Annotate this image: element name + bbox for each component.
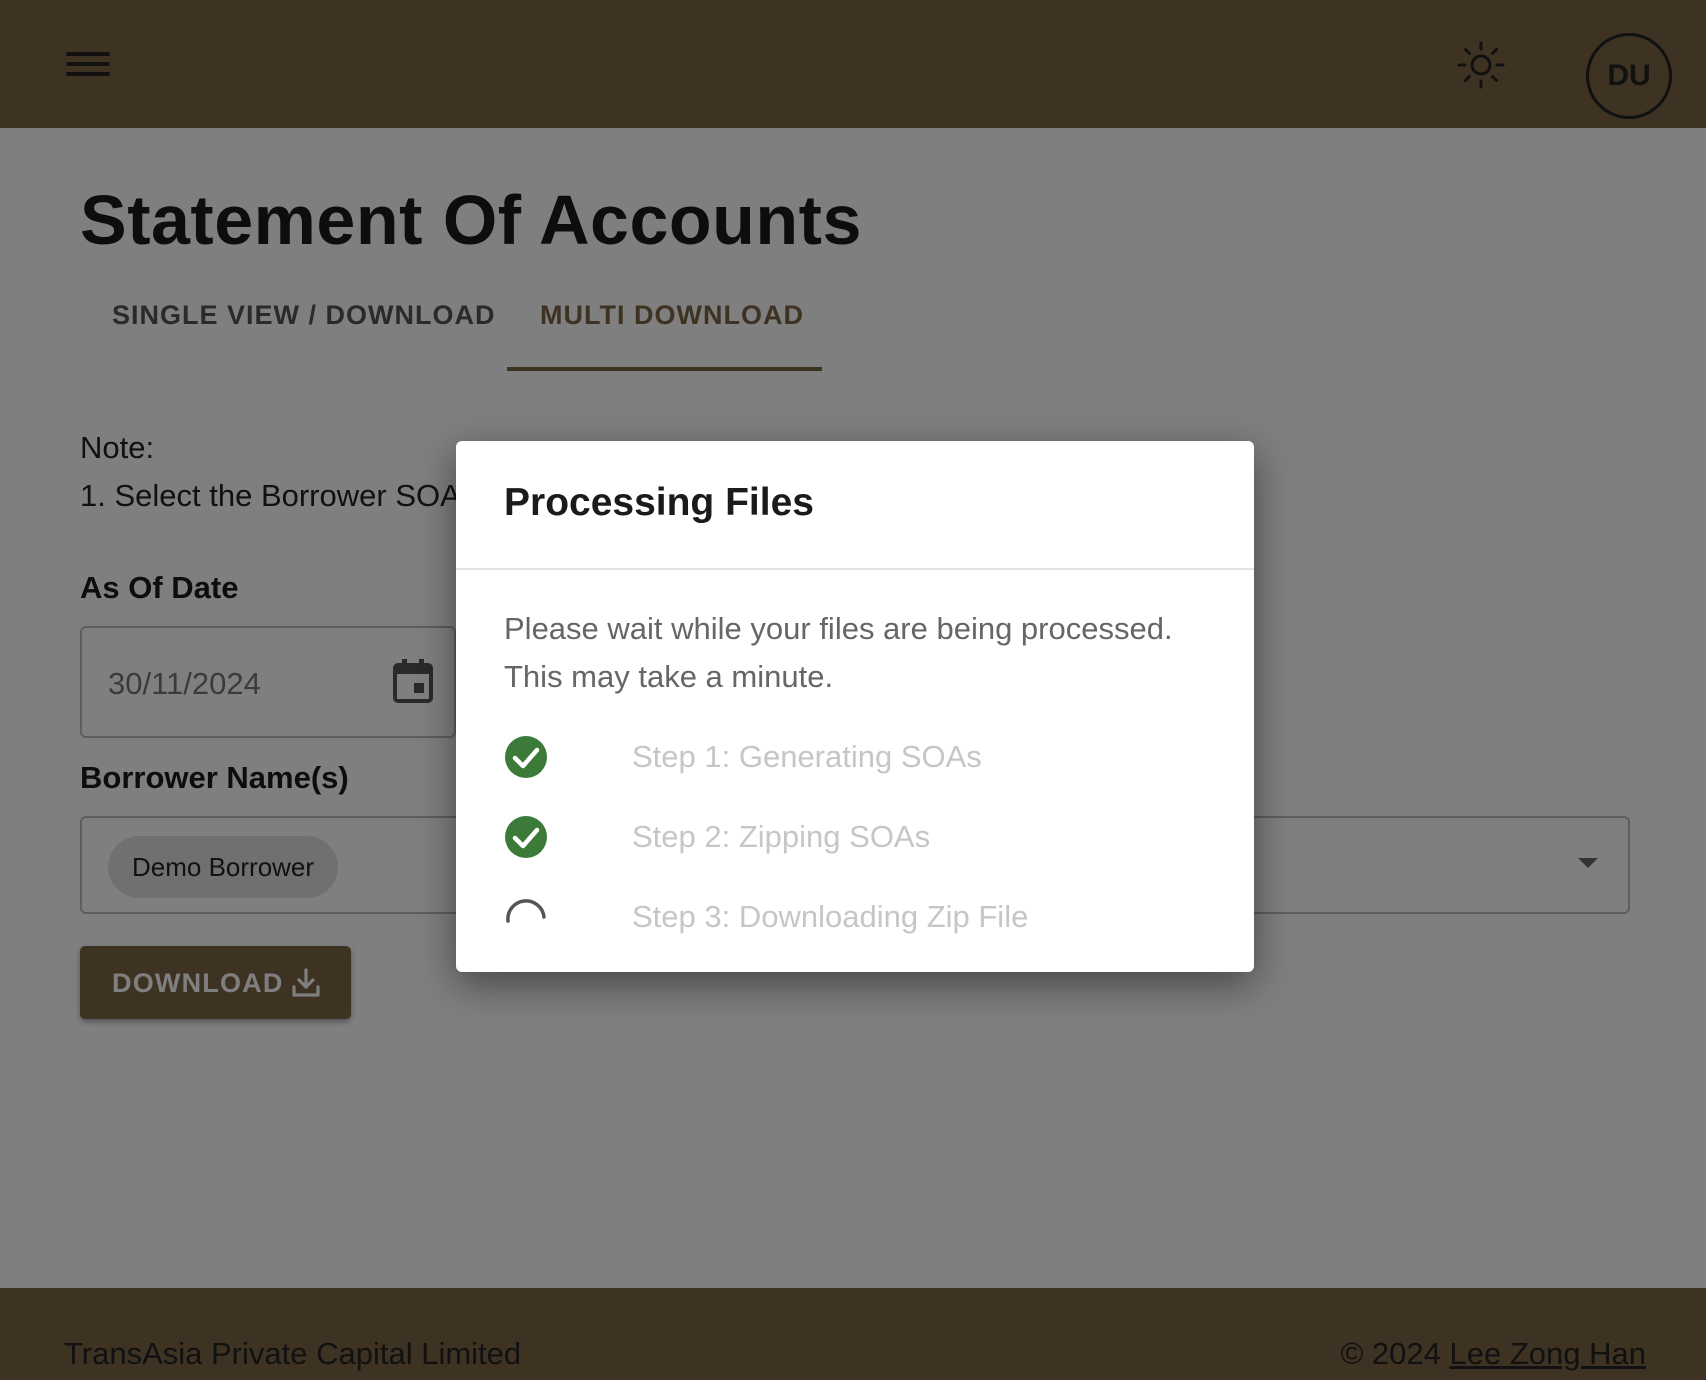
processing-dialog: Processing Files Please wait while your …	[456, 441, 1254, 972]
dialog-title: Processing Files	[504, 481, 814, 524]
dialog-divider	[456, 568, 1254, 570]
check-circle-icon	[505, 816, 547, 858]
spinner-icon	[506, 899, 546, 923]
step-label: Step 2: Zipping SOAs	[632, 819, 931, 854]
check-circle-icon	[505, 736, 547, 778]
step-label: Step 1: Generating SOAs	[632, 739, 982, 774]
step-label: Step 3: Downloading Zip File	[632, 899, 1029, 934]
dialog-message: Please wait while your files are being p…	[504, 611, 1173, 694]
